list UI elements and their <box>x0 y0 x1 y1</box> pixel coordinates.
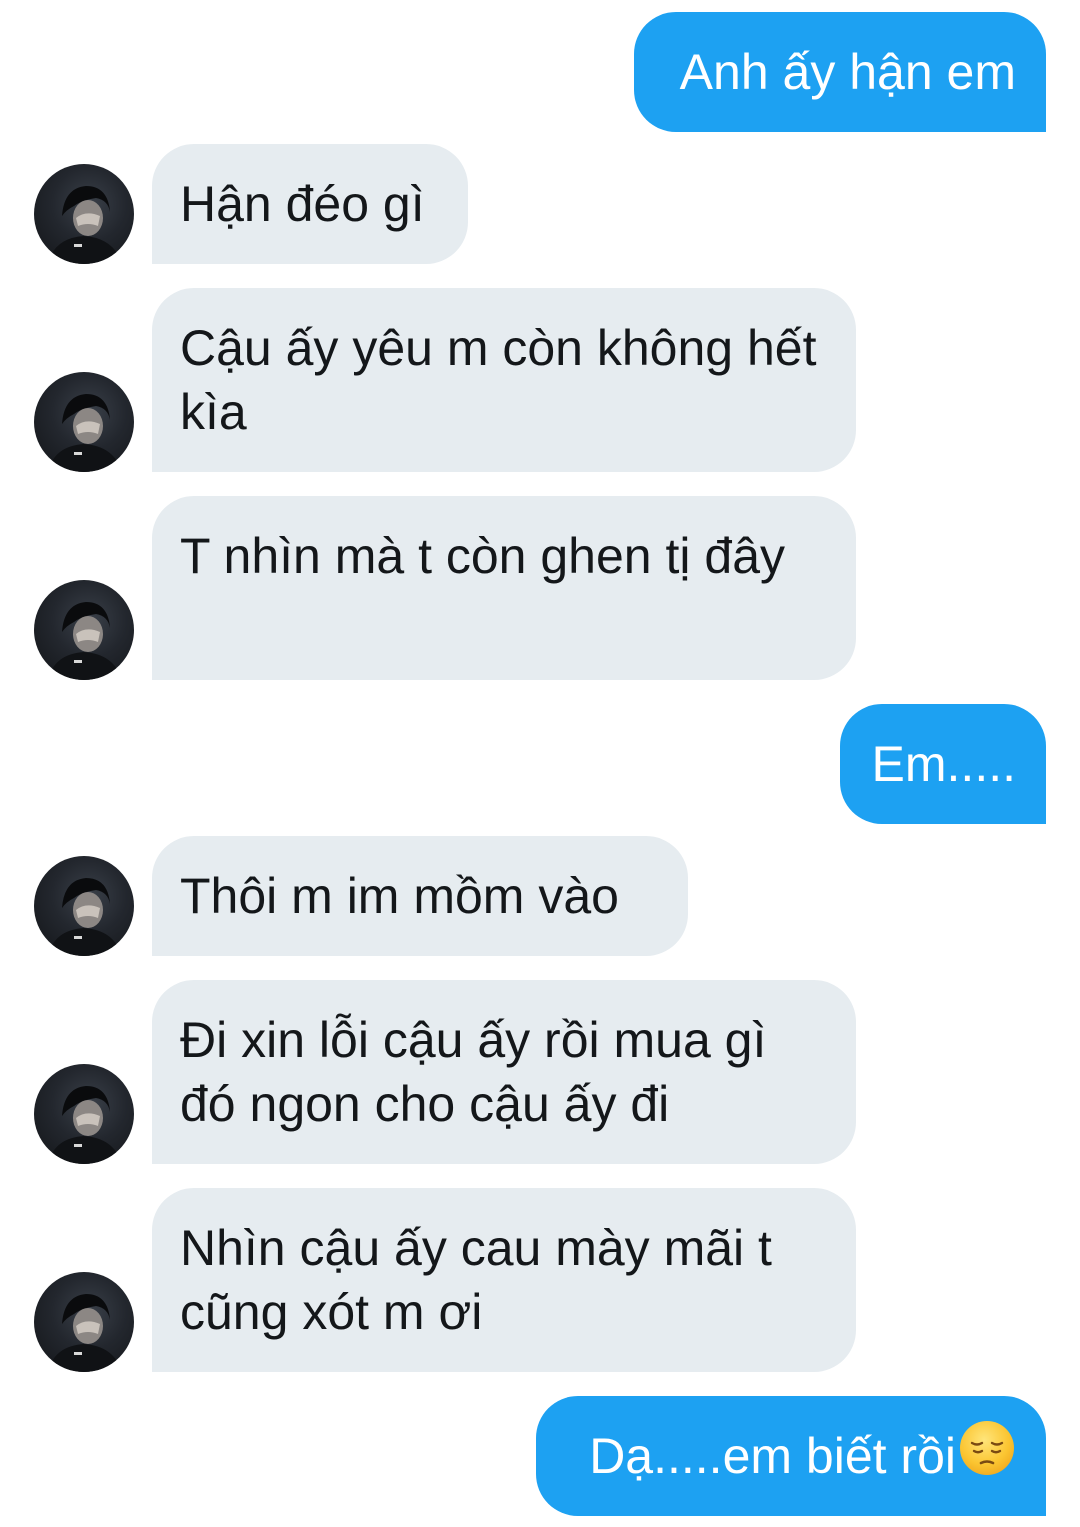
sender-avatar[interactable] <box>34 164 134 264</box>
avatar-photo-icon <box>48 1086 122 1164</box>
incoming-message-bubble[interactable]: Nhìn cậu ấy cau mày mãi t cũng xót m ơi <box>152 1188 856 1372</box>
sender-avatar[interactable] <box>34 1064 134 1164</box>
message-text: Em..... <box>871 736 1016 792</box>
avatar-photo-icon <box>48 394 122 472</box>
sender-avatar[interactable] <box>34 1272 134 1372</box>
incoming-message-bubble[interactable]: Cậu ấy yêu m còn không hết kìa <box>152 288 856 472</box>
message-text: Thôi m im mồm vào <box>180 868 619 924</box>
outgoing-message-bubble[interactable]: Em..... <box>840 704 1046 824</box>
message-text: Dạ.....em biết rồi <box>589 1428 956 1484</box>
message-text: T nhìn mà t còn ghen tị đây <box>180 528 786 584</box>
message-text: Đi xin lỗi cậu ấy rồi mua gì đó ngon cho… <box>180 1012 767 1132</box>
message-text: Hận đéo gì <box>180 176 425 232</box>
avatar-photo-icon <box>48 1294 122 1372</box>
avatar-photo-icon <box>48 186 122 264</box>
incoming-message-bubble[interactable]: T nhìn mà t còn ghen tị đây <box>152 496 856 680</box>
incoming-message-bubble[interactable]: Thôi m im mồm vào <box>152 836 688 956</box>
sender-avatar[interactable] <box>34 856 134 956</box>
message-thread: Anh ấy hận em Hận đéo gì Cậu ấy yêu m cò… <box>0 0 1080 1527</box>
message-text: Cậu ấy yêu m còn không hết kìa <box>180 320 817 440</box>
outgoing-message-bubble[interactable]: Dạ.....em biết rồi <box>536 1396 1046 1516</box>
sender-avatar[interactable] <box>34 372 134 472</box>
avatar-photo-icon <box>48 602 122 680</box>
incoming-message-bubble[interactable]: Hận đéo gì <box>152 144 468 264</box>
message-text: Nhìn cậu ấy cau mày mãi t cũng xót m ơi <box>180 1220 772 1340</box>
message-text: Anh ấy hận em <box>679 44 1016 100</box>
outgoing-message-bubble[interactable]: Anh ấy hận em <box>634 12 1046 132</box>
pensive-face-emoji-icon <box>958 1419 1016 1492</box>
avatar-photo-icon <box>48 878 122 956</box>
sender-avatar[interactable] <box>34 580 134 680</box>
incoming-message-bubble[interactable]: Đi xin lỗi cậu ấy rồi mua gì đó ngon cho… <box>152 980 856 1164</box>
